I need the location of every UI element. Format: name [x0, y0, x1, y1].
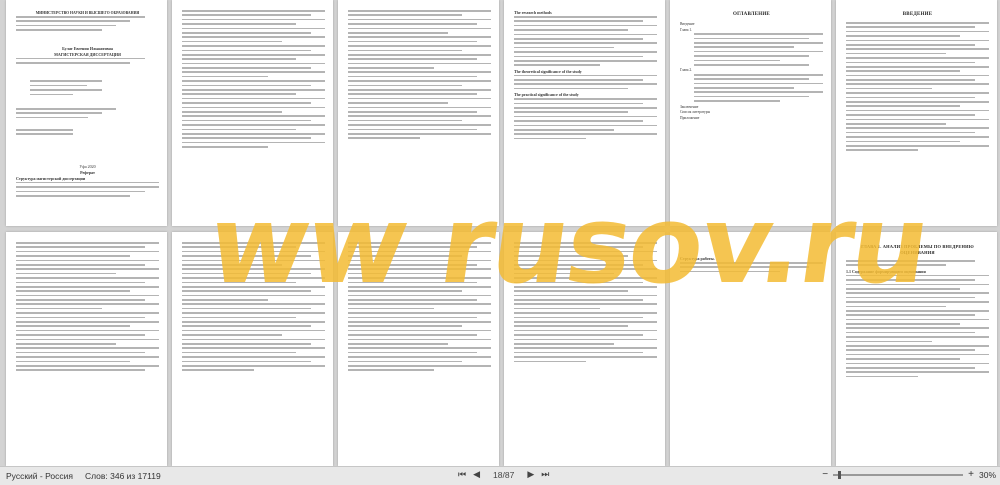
toc-appendix[interactable]: Приложение [680, 116, 699, 122]
zoom-slider-knob[interactable] [838, 470, 842, 479]
last-page-icon[interactable]: ⏭ [541, 469, 549, 480]
zoom-slider[interactable] [833, 470, 964, 479]
page-contents: ОГЛАВЛЕНИЕ Введение Глава 1. Глава 2. За… [670, 0, 831, 226]
document-workspace[interactable]: МИНИСТЕРСТВО НАУКИ И ВЫСШЕГО ОБРАЗОВАНИЯ… [0, 0, 1000, 466]
page-indicator[interactable]: 18/87 [493, 470, 514, 480]
page-9 [338, 232, 499, 466]
toc-chapter-2[interactable]: Глава 2. [680, 68, 692, 74]
page-7 [6, 232, 167, 466]
chapter-1-title: ГЛАВА 1. АНАЛИЗ ПРОБЛЕМЫ ПО ВНЕДРЕНИЮ ОЦ… [861, 244, 974, 255]
zoom-control: − + 30% [822, 469, 996, 480]
page-abstract-2 [338, 0, 499, 226]
language-indicator[interactable]: Русский - Россия [6, 471, 73, 481]
page-introduction: ВВЕДЕНИЕ [836, 0, 997, 226]
contents-title: ОГЛАВЛЕНИЕ [733, 12, 770, 17]
introduction-title: ВВЕДЕНИЕ [902, 12, 933, 17]
page-abstract-en: The research methods The theoretical sig… [504, 0, 665, 226]
page-10 [504, 232, 665, 466]
page-title: МИНИСТЕРСТВО НАУКИ И ВЫСШЕГО ОБРАЗОВАНИЯ… [6, 0, 167, 226]
zoom-out-icon[interactable]: − [822, 469, 828, 480]
status-bar: Русский - Россия Слов: 346 из 17119 ⏮ ◀ … [0, 466, 1000, 485]
word-count[interactable]: Слов: 346 из 17119 [85, 471, 161, 481]
next-page-icon[interactable]: ▶ [527, 469, 534, 480]
first-page-icon[interactable]: ⏮ [458, 469, 466, 480]
prev-page-icon[interactable]: ◀ [473, 469, 480, 480]
toc-chapter-1[interactable]: Глава 1. [680, 28, 692, 34]
page-abstract-1 [172, 0, 333, 226]
page-chapter-1: ГЛАВА 1. АНАЛИЗ ПРОБЛЕМЫ ПО ВНЕДРЕНИЮ ОЦ… [836, 232, 997, 466]
page-navigation: ⏮ ◀ 18/87 ▶ ⏭ [458, 469, 549, 480]
zoom-percent[interactable]: 30% [979, 470, 996, 480]
zoom-in-icon[interactable]: + [968, 469, 974, 480]
page-11: Структура работы. [670, 232, 831, 466]
page-8 [172, 232, 333, 466]
